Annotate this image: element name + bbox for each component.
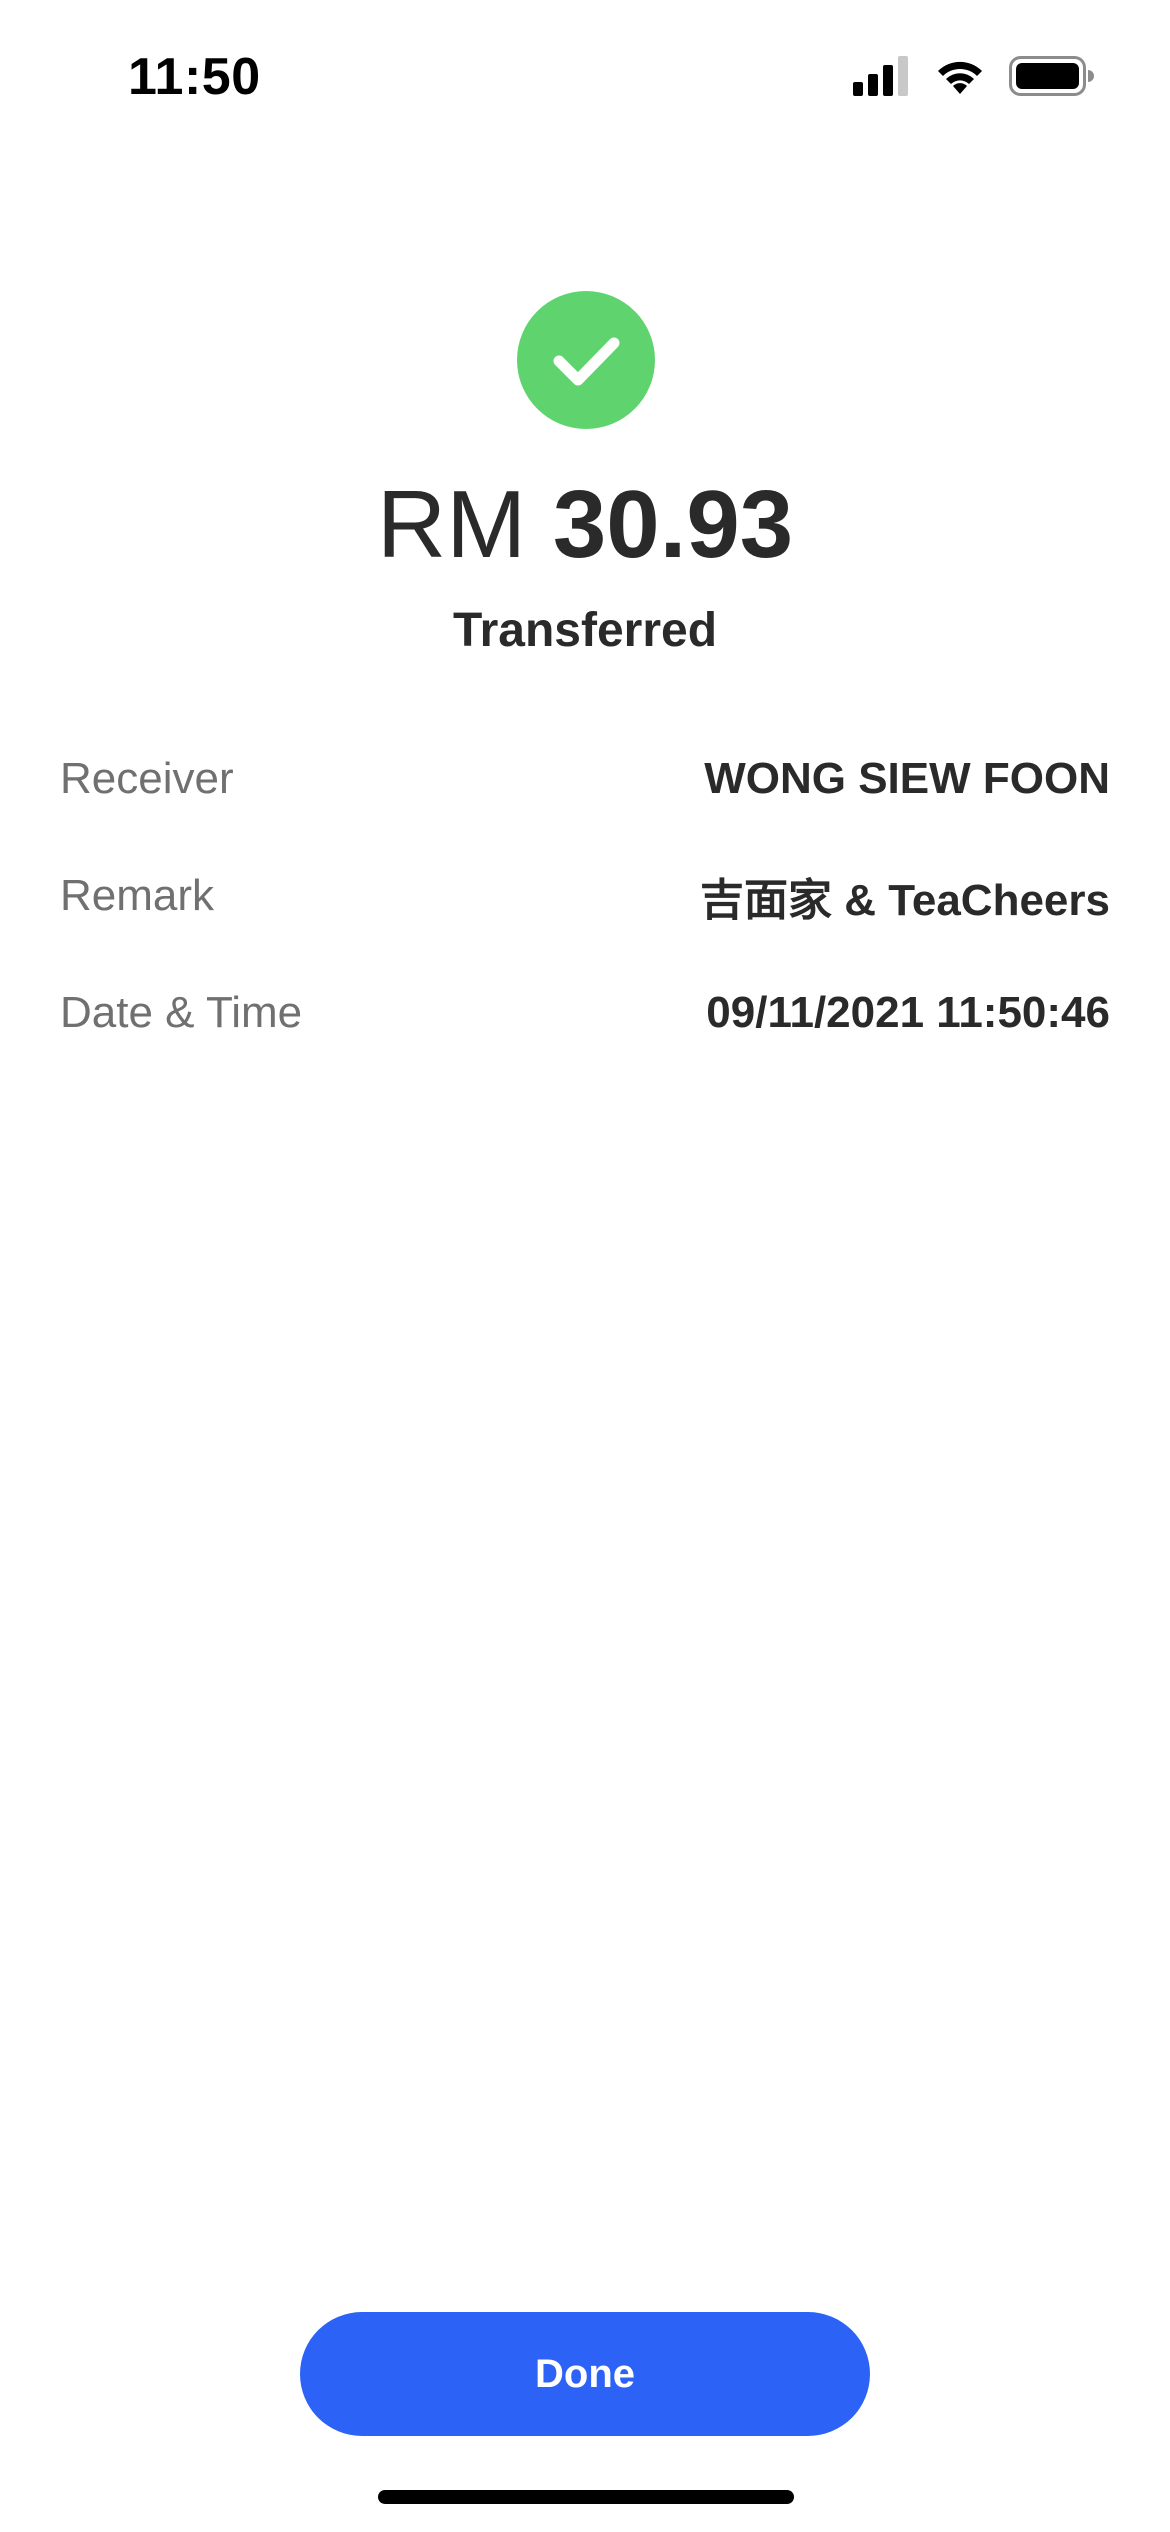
cellular-signal-icon [853,55,911,101]
amount-value: 30.93 [552,471,794,578]
wifi-icon [933,56,987,101]
detail-label: Receiver [60,753,234,803]
detail-row-date-time: Date & Time 09/11/2021 11:50:46 [60,954,1110,1071]
detail-value: 09/11/2021 11:50:46 [706,987,1110,1037]
transfer-amount: RM 30.93 [0,460,1170,590]
done-button[interactable]: Done [300,2312,870,2436]
transfer-details: Receiver WONG SIEW FOON Remark 吉面家 & Tea… [60,720,1110,1071]
status-icons [853,52,1095,104]
status-bar: 11:50 [0,0,1170,150]
transfer-status-label: Transferred [452,604,718,657]
detail-value: 吉面家 & TeaCheers [700,875,1110,925]
detail-row-receiver: Receiver WONG SIEW FOON [60,720,1110,837]
detail-row-remark: Remark 吉面家 & TeaCheers [60,837,1110,954]
battery-icon [1009,55,1095,101]
amount-currency: RM [376,471,527,578]
detail-label: Date & Time [60,987,303,1037]
home-indicator[interactable] [378,2490,794,2504]
status-time: 11:50 [128,48,261,106]
detail-label: Remark [60,870,215,920]
detail-value: WONG SIEW FOON [704,753,1110,803]
success-checkmark-icon [517,291,655,429]
